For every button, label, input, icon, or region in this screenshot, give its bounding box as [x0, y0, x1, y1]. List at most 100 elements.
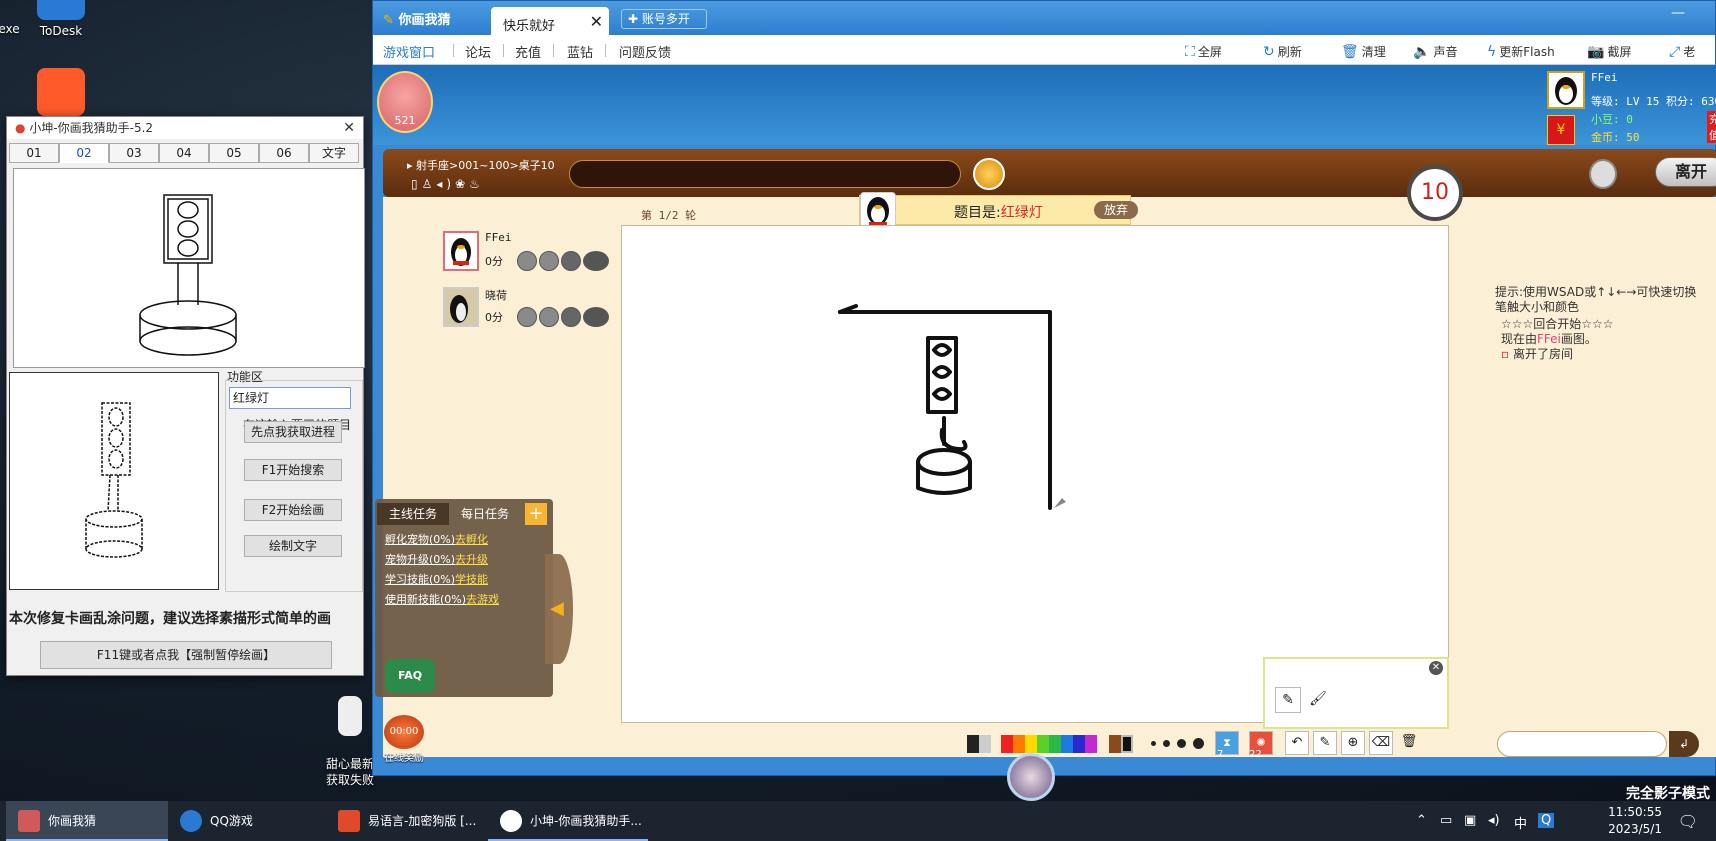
add-user-icon[interactable]: ♙ [422, 177, 437, 191]
quest-action-link[interactable]: 学技能 [455, 573, 488, 586]
player-card[interactable]: 晓荷 0分 [443, 287, 633, 337]
chevron-up-icon[interactable]: ⌃ [1416, 813, 1427, 828]
menu-blue-diamond[interactable]: 蓝钻 [567, 42, 593, 61]
tool-sound[interactable]: 🔈 声音 [1413, 43, 1457, 60]
give-up-button[interactable]: 放弃 [1094, 201, 1138, 219]
notification-icon[interactable]: 🗨 [1678, 812, 1698, 831]
clear-button[interactable]: 🗑 [1397, 731, 1421, 755]
pet-icon[interactable] [561, 251, 581, 271]
doc-icon[interactable]: ▯ [411, 177, 422, 191]
pet-icon[interactable] [561, 307, 581, 327]
add-button[interactable]: ⊕ [1341, 731, 1365, 755]
desktop-icon-sweet[interactable]: 甜心最新 获取失败 [322, 680, 378, 804]
color-swatch-red[interactable] [1001, 735, 1013, 753]
start-drawing-button[interactable]: F2开始绘画 [244, 499, 342, 521]
volume-icon[interactable]: ◂) [1488, 813, 1500, 828]
menu-game-window[interactable]: 游戏窗口 [383, 42, 435, 61]
close-icon[interactable]: ✕ [1429, 661, 1443, 675]
leave-button[interactable]: 离开 [1655, 157, 1716, 187]
taskbar-item[interactable]: 小坤-你画我猜助手... [488, 801, 648, 841]
system-clock[interactable]: 11:50:55 2023/5/1 [1608, 804, 1662, 838]
drawing-canvas[interactable] [621, 225, 1449, 723]
force-stop-button[interactable]: F11键或者点我【强制暂停绘画】 [40, 641, 332, 669]
quest-action-link[interactable]: 去孵化 [455, 533, 488, 546]
player-card[interactable]: FFei 0分 [443, 231, 633, 281]
brush-tool[interactable]: 🖌 [1305, 687, 1331, 713]
link-icon[interactable] [539, 251, 559, 271]
volume-icon[interactable]: ◂) [436, 177, 455, 191]
tab-04[interactable]: 04 [159, 143, 209, 163]
user-avatar[interactable] [1547, 71, 1585, 109]
yen-icon[interactable]: ¥ [1547, 115, 1575, 145]
color-swatch-gray[interactable] [979, 735, 991, 753]
pencil-tool[interactable]: ✎ [1275, 687, 1301, 713]
tab-05[interactable]: 05 [209, 143, 259, 163]
brush-size-large[interactable] [1177, 739, 1186, 748]
tab-01[interactable]: 01 [9, 143, 59, 163]
taskbar-item[interactable]: QQ游戏 [168, 801, 326, 841]
tool-clean[interactable]: 🗑 清理 [1341, 43, 1386, 60]
draw-text-button[interactable]: 绘制文字 [244, 535, 342, 557]
color-swatch-brown[interactable] [1109, 735, 1121, 753]
menu-recharge[interactable]: 充值 [515, 42, 541, 61]
menu-forum[interactable]: 论坛 [465, 42, 491, 61]
helper-titlebar[interactable]: ● 小坤-你画我猜助手-5.2 ✕ [7, 117, 363, 139]
minimize-icon[interactable]: — [1671, 5, 1685, 21]
tool-refresh[interactable]: ↻ 刷新 [1263, 43, 1302, 60]
online-reward[interactable]: 00:00 在线奖励 [379, 715, 429, 764]
link-icon[interactable] [539, 307, 559, 327]
add-icon[interactable]: + [525, 503, 547, 525]
tab-text[interactable]: 文字 [309, 143, 359, 163]
color-swatch-darkgreen[interactable] [1049, 735, 1061, 753]
pen-button[interactable]: ✎ [1313, 731, 1337, 755]
color-swatch-black[interactable] [967, 735, 979, 753]
tool-update-flash[interactable]: ϟ 更新Flash [1487, 43, 1555, 60]
color-swatch-yellow[interactable] [1025, 735, 1037, 753]
pet-avatar[interactable]: 521 [377, 71, 433, 133]
brush-size-small[interactable] [1151, 741, 1156, 746]
cake-icon[interactable]: ♨ [469, 177, 484, 191]
ime-indicator[interactable]: 中 [1514, 813, 1527, 832]
companion-avatar[interactable] [1007, 753, 1055, 801]
taskbar-item[interactable]: 易语言-加密狗版 [... [326, 801, 488, 841]
start-search-button[interactable]: F1开始搜索 [244, 459, 342, 481]
tab-main-quest[interactable]: 主线任务 [377, 503, 449, 525]
tool-old[interactable]: ⤢ 老 [1669, 43, 1695, 60]
color-swatch-blue[interactable] [1061, 735, 1073, 753]
desktop-icon-todesk[interactable]: ToDesk [26, 0, 96, 38]
game-tab[interactable]: 快乐就好 ✕ [491, 7, 609, 35]
battery-icon[interactable]: ▭ [1440, 813, 1452, 828]
recharge-badge[interactable]: 充值 [1707, 111, 1716, 143]
heart-icon[interactable] [517, 251, 537, 271]
paw-icon[interactable]: ❀ [455, 177, 469, 191]
collapse-panel-button[interactable]: ◀ [545, 554, 573, 664]
topic-input[interactable]: 红绿灯 [229, 387, 351, 409]
color-swatch-orange[interactable] [1013, 735, 1025, 753]
tab-03[interactable]: 03 [109, 143, 159, 163]
multi-account-button[interactable]: ✚ 账号多开 [621, 9, 707, 29]
car-icon[interactable] [583, 307, 609, 327]
lock-icon[interactable] [1589, 159, 1617, 189]
tab-02[interactable]: 02 [59, 143, 109, 163]
quest-action-link[interactable]: 去游戏 [466, 593, 499, 606]
network-icon[interactable]: ▣ [1464, 813, 1476, 828]
eraser-button[interactable]: ⌫ [1369, 731, 1393, 755]
color-swatch-navy[interactable] [1073, 735, 1085, 753]
game-titlebar[interactable]: ✎ 你画我猜 快乐就好 ✕ ✚ 账号多开 — [373, 1, 1715, 35]
chat-input[interactable] [1497, 731, 1667, 757]
color-swatch-current[interactable] [1121, 735, 1133, 753]
tool-screenshot[interactable]: 📷 截屏 [1587, 43, 1631, 60]
quest-action-link[interactable]: 去升级 [455, 553, 488, 566]
color-swatch-purple[interactable] [1085, 735, 1097, 753]
undo-button[interactable]: ↶ [1285, 731, 1309, 755]
brush-size-xlarge[interactable] [1193, 738, 1204, 749]
faq-button[interactable]: FAQ [385, 659, 435, 693]
tool-fullscreen[interactable]: ⛶ 全屏 [1185, 43, 1222, 60]
heart-icon[interactable] [517, 307, 537, 327]
qq-tray-icon[interactable]: Q [1538, 813, 1555, 828]
desktop-icon-app[interactable] [26, 68, 96, 120]
get-process-button[interactable]: 先点我获取进程 [244, 421, 342, 443]
send-button[interactable]: ↲ [1669, 731, 1699, 757]
tab-06[interactable]: 06 [259, 143, 309, 163]
close-icon[interactable]: ✕ [590, 12, 603, 31]
